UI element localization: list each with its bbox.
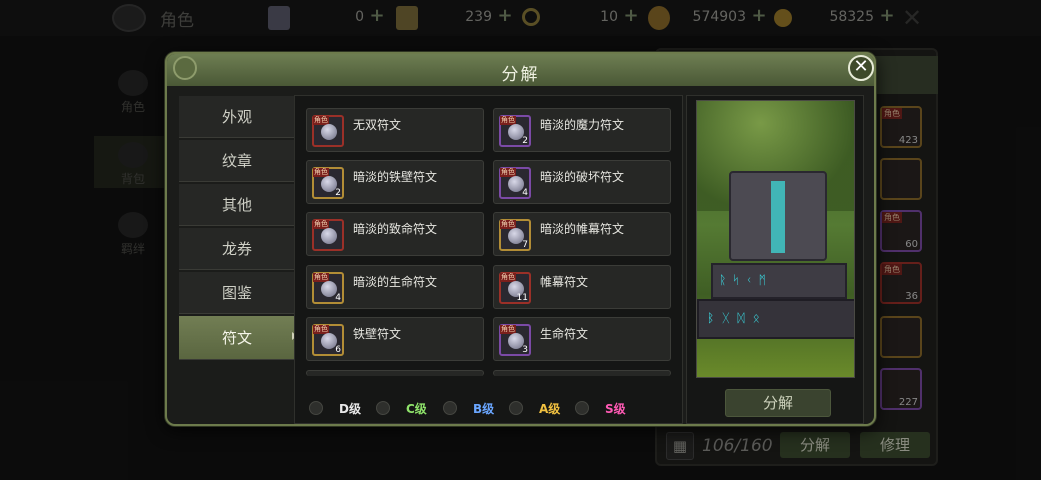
rune-slot: 角色 xyxy=(312,219,344,251)
list-item[interactable]: 角色 11 帷幕符文 xyxy=(493,265,671,309)
rune-slot: 角色 7 xyxy=(499,219,531,251)
grade-filter-b[interactable]: B级 xyxy=(443,399,503,417)
list-item[interactable]: 角色 4 暗淡的破坏符文 xyxy=(493,160,671,204)
list-item[interactable]: 角色 2 暗淡的铁壁符文 xyxy=(306,160,484,204)
list-item[interactable]: 角色 6 铁壁符文 xyxy=(306,317,484,361)
rune-slot: 角色 4 xyxy=(312,272,344,304)
rune-slot: 角色 xyxy=(312,115,344,147)
tab-codex[interactable]: 图鉴 xyxy=(179,272,295,314)
item-name: 暗淡的魔力符文 xyxy=(540,118,625,132)
tab-other[interactable]: 其他 xyxy=(179,184,295,226)
list-item[interactable]: 角色 2 暗淡的魔力符文 xyxy=(493,108,671,152)
rune-icon xyxy=(321,228,337,244)
tab-dragon-ticket[interactable]: 龙券 xyxy=(179,228,295,270)
rune-icon xyxy=(321,124,337,140)
radio-button[interactable] xyxy=(575,401,589,415)
tab-emblem[interactable]: 纹章 xyxy=(179,140,295,182)
item-name: 无双符文 xyxy=(353,118,402,132)
item-name: 暗淡的致命符文 xyxy=(353,222,438,236)
radio-button[interactable] xyxy=(309,401,323,415)
decompose-button[interactable]: 分解 xyxy=(725,389,831,417)
item-name: 暗淡的铁壁符文 xyxy=(353,170,438,184)
list-item[interactable]: 角色 无双符文 xyxy=(306,108,484,152)
list-item-partial xyxy=(306,370,484,376)
dialog-header: 分解 xyxy=(167,54,874,86)
tab-appearance[interactable]: 外观 xyxy=(179,96,295,138)
grade-filter-c[interactable]: C级 xyxy=(376,399,436,417)
item-name: 暗淡的帷幕符文 xyxy=(540,222,625,236)
item-name: 暗淡的生命符文 xyxy=(353,275,438,289)
list-item[interactable]: 角色 暗淡的致命符文 xyxy=(306,212,484,256)
tab-rune[interactable]: 符文 xyxy=(179,316,295,360)
list-item[interactable]: 角色 3 生命符文 xyxy=(493,317,671,361)
grade-filter-s[interactable]: S级 xyxy=(575,399,635,417)
item-name: 铁壁符文 xyxy=(353,327,402,341)
rune-slot: 角色 2 xyxy=(312,167,344,199)
rune-slot: 角色 2 xyxy=(499,115,531,147)
rune-slot: 角色 3 xyxy=(499,324,531,356)
rune-list: 角色 无双符文 角色 2 暗淡的魔力符文 角色 2 暗淡的铁壁符文 角色 4 暗… xyxy=(294,95,683,424)
rune-altar-image: ᚱᛋᚲᛗ ᛒᚷᛞᛟ xyxy=(696,100,855,378)
radio-button[interactable] xyxy=(376,401,390,415)
item-name: 暗淡的破坏符文 xyxy=(540,170,625,184)
list-item[interactable]: 角色 4 暗淡的生命符文 xyxy=(306,265,484,309)
close-dialog-button[interactable]: ✕ xyxy=(848,55,874,81)
item-name: 帷幕符文 xyxy=(540,275,589,289)
rune-slot: 角色 6 xyxy=(312,324,344,356)
radio-button[interactable] xyxy=(443,401,457,415)
list-item[interactable]: 角色 7 暗淡的帷幕符文 xyxy=(493,212,671,256)
list-item-partial xyxy=(493,370,671,376)
dialog-title: 分解 xyxy=(501,65,540,85)
rune-slot: 角色 11 xyxy=(499,272,531,304)
grade-filter-d[interactable]: D级 xyxy=(309,399,369,417)
rune-slot: 角色 4 xyxy=(499,167,531,199)
radio-button[interactable] xyxy=(509,401,523,415)
grade-filter-a[interactable]: A级 xyxy=(509,399,569,417)
item-name: 生命符文 xyxy=(540,327,589,341)
